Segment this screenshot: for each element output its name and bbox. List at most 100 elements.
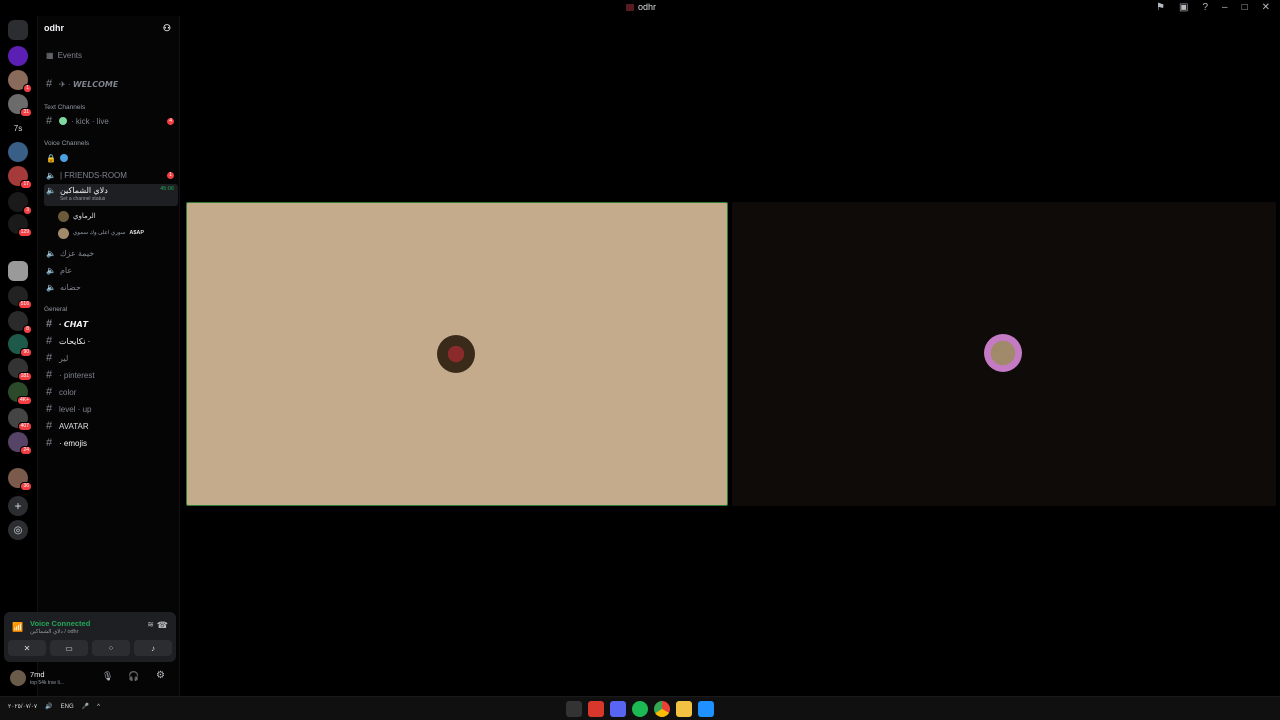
help-icon[interactable]: ? xyxy=(1202,2,1208,13)
headphones-icon[interactable]: 🎧 xyxy=(128,671,139,682)
add-member-icon[interactable]: ⚇ xyxy=(163,23,171,34)
server-icon[interactable]: 31 xyxy=(8,94,32,117)
channel-levelup[interactable]: # level · up xyxy=(44,402,178,416)
title-bar: odhr ⚑ ▣ ? – □ ✕ xyxy=(0,0,1280,16)
channel-voice[interactable]: 🔈 عام xyxy=(44,263,178,277)
channel-voice[interactable]: 🔈 حضانه xyxy=(44,280,178,294)
mic-icon[interactable]: 🎤 xyxy=(82,703,89,710)
channel-friends-room[interactable]: 🔈 | FRIENDS-ROOM 1 xyxy=(44,168,178,182)
settings-icon[interactable]: ⚙ xyxy=(156,670,165,681)
maximize-icon[interactable]: □ xyxy=(1242,2,1248,13)
window-title: odhr xyxy=(626,2,656,12)
speaker-icon: 🔈 xyxy=(46,248,56,258)
server-icon[interactable]: 17 xyxy=(8,166,32,189)
server-icon[interactable]: 24 xyxy=(8,432,32,455)
avatar[interactable] xyxy=(10,670,26,686)
window-controls: ⚑ ▣ ? – □ ✕ xyxy=(1156,2,1270,13)
discord-icon[interactable] xyxy=(610,701,626,717)
set-status-link[interactable]: Set a channel status xyxy=(60,196,108,202)
soundboard-icon[interactable]: ♪ xyxy=(134,640,172,656)
mention-badge: 1 xyxy=(167,171,174,179)
system-tray: ٢٠٢٥/٠٧/٠٧ 🔊 ENG 🎤 ^ xyxy=(8,703,100,711)
chrome-icon[interactable] xyxy=(654,701,670,717)
server-icon[interactable]: 129 xyxy=(8,214,32,237)
channel-general2[interactable]: # نكايحات · xyxy=(44,334,178,348)
category-text[interactable]: Text Channels xyxy=(44,104,85,111)
camera-off-icon[interactable]: ✕ xyxy=(8,640,46,656)
screen-share-icon[interactable]: ▭ xyxy=(50,640,88,656)
server-icon[interactable]: 181 xyxy=(8,358,32,381)
video-tile[interactable] xyxy=(186,202,728,506)
hash-icon: # xyxy=(46,335,53,347)
category-general[interactable]: General xyxy=(44,306,67,313)
server-icon[interactable]: 1 xyxy=(8,70,32,93)
taskbar-apps xyxy=(566,701,714,717)
channel-chat[interactable]: # · 𝘾𝙃𝘼𝙏 xyxy=(44,317,178,331)
language-indicator[interactable]: ENG xyxy=(61,704,74,710)
hash-icon: # xyxy=(46,437,53,449)
voice-user[interactable]: الرماوي xyxy=(58,209,178,223)
hash-icon: # xyxy=(46,78,53,90)
voice-connected-panel: 📶 Voice Connected دلاي الشماكين / odhr ≋… xyxy=(4,612,176,662)
channel-kick-live[interactable]: # · kick · live 4 xyxy=(44,114,178,128)
channel-color[interactable]: # color xyxy=(44,385,178,399)
channel-locked[interactable]: 🔒 xyxy=(44,151,178,165)
disconnect-icon[interactable]: ☎ xyxy=(157,620,168,631)
events-item[interactable]: ▦ Events xyxy=(44,48,178,62)
channel-general3[interactable]: # لير xyxy=(44,351,178,365)
flag-icon[interactable]: ⚑ xyxy=(1156,2,1165,13)
server-icon[interactable]: 4K+ xyxy=(8,382,32,405)
channel-avatar[interactable]: # AVATAR xyxy=(44,419,178,433)
server-icon[interactable] xyxy=(8,46,28,66)
voice-user[interactable]: سوري اعلى وك سموي A$AP xyxy=(58,226,178,240)
windows-store-icon[interactable] xyxy=(698,701,714,717)
spotify-icon[interactable] xyxy=(632,701,648,717)
file-explorer-icon[interactable] xyxy=(676,701,692,717)
mention-badge: 4 xyxy=(167,117,174,125)
server-label[interactable]: 7s xyxy=(0,124,36,133)
microphone-icon[interactable]: 🎙 xyxy=(102,671,113,682)
voice-actions: ✕ ▭ ⁘ ♪ xyxy=(8,640,172,656)
speaker-icon: 🔈 xyxy=(46,170,56,180)
brave-icon[interactable] xyxy=(588,701,604,717)
server-icon[interactable]: 90 xyxy=(8,334,32,357)
speaker-icon: 🔈 xyxy=(46,265,56,275)
discord-home-icon[interactable] xyxy=(8,20,28,40)
call-timer: 45:06 xyxy=(160,186,174,192)
server-icon[interactable]: 8 xyxy=(8,311,32,334)
server-icon[interactable]: 516 xyxy=(8,286,32,309)
add-server-icon[interactable]: + xyxy=(8,496,28,516)
signal-icon[interactable]: 📶 xyxy=(12,622,23,633)
video-tile[interactable] xyxy=(732,202,1276,506)
channel-pinterest[interactable]: # · pinterest xyxy=(44,368,178,382)
server-icon[interactable]: 407 xyxy=(8,408,32,431)
participant-avatar xyxy=(984,334,1022,372)
noise-suppression-icon[interactable]: ≋ xyxy=(147,620,154,629)
lock-icon: 🔒 xyxy=(46,153,56,163)
app-icon[interactable] xyxy=(566,701,582,717)
minimize-icon[interactable]: – xyxy=(1222,2,1228,13)
avatar xyxy=(58,210,69,222)
activities-icon[interactable]: ⁘ xyxy=(92,640,130,656)
inbox-icon[interactable]: ▣ xyxy=(1179,2,1188,13)
server-icon[interactable]: 36 xyxy=(8,468,32,491)
hash-icon: # xyxy=(46,403,53,415)
server-header[interactable]: odhr ⚇ xyxy=(38,16,179,40)
hash-icon: # xyxy=(46,115,53,127)
channel-active-voice[interactable]: 🔈 دلاي الشماكين Set a channel status 45:… xyxy=(44,184,178,206)
speaker-icon: 🔈 xyxy=(46,186,56,195)
server-icon[interactable] xyxy=(8,261,28,281)
chevron-up-icon[interactable]: ^ xyxy=(97,704,100,710)
channel-welcome[interactable]: # ✈ · 𝙒𝙀𝙇𝘾𝙊𝙈𝙀 xyxy=(44,77,178,91)
channel-emojis[interactable]: # · emojis xyxy=(44,436,178,450)
hash-icon: # xyxy=(46,352,53,364)
close-icon[interactable]: ✕ xyxy=(1262,2,1270,13)
channel-voice[interactable]: 🔈 خيمة عزك xyxy=(44,246,178,260)
volume-icon[interactable]: 🔊 xyxy=(45,703,52,710)
hash-icon: # xyxy=(46,369,53,381)
server-icon[interactable] xyxy=(8,142,28,162)
discover-icon[interactable]: ◎ xyxy=(8,520,28,540)
server-icon[interactable]: 3 xyxy=(8,192,32,215)
server-rail: 1 31 7s 17 3 129 516 8 90 181 4K+ 407 24… xyxy=(0,16,36,696)
category-voice[interactable]: Voice Channels xyxy=(44,140,89,147)
